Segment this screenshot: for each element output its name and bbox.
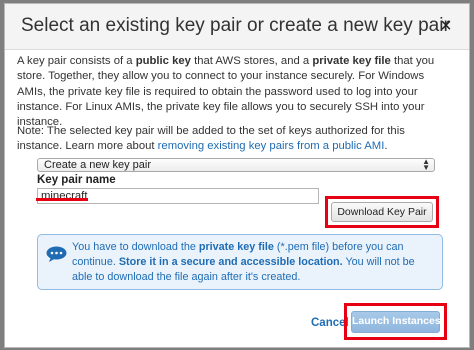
info-bold-private-key: private key file <box>198 241 274 253</box>
info-bold-store: Store it in a secure and accessible loca… <box>118 256 343 268</box>
intro-paragraph: A key pair consists of a public key that… <box>17 54 451 130</box>
key-pair-name-input[interactable]: minecraft <box>37 188 319 204</box>
info-text-1: You have to download the <box>72 241 199 253</box>
intro-bold-public-key: public key <box>135 55 191 67</box>
intro-text-1: A key pair consists of a <box>17 55 136 67</box>
red-underline-annotation <box>36 198 88 201</box>
key-pair-name-label: Key pair name <box>37 174 116 186</box>
dialog-title: Select an existing key pair or create a … <box>21 15 450 36</box>
select-arrows-icon: ▲ ▼ <box>422 157 430 172</box>
info-alert: You have to download the private key fil… <box>37 234 443 290</box>
close-icon[interactable]: × <box>437 16 455 36</box>
download-key-pair-button[interactable]: Download Key Pair <box>331 202 433 222</box>
launch-highlight-box: Launch Instances <box>344 303 447 340</box>
download-highlight-box: Download Key Pair <box>325 196 439 228</box>
info-text: You have to download the private key fil… <box>72 240 434 285</box>
remove-key-pairs-link[interactable]: removing existing key pairs from a publi… <box>158 140 385 152</box>
key-pair-action-select[interactable]: Create a new key pair ▲ ▼ <box>37 158 435 172</box>
note-paragraph: Note: The selected key pair will be adde… <box>17 124 451 155</box>
intro-bold-private-key: private key file <box>312 55 391 67</box>
select-value: Create a new key pair <box>44 159 151 171</box>
speech-bubble-icon <box>46 246 67 262</box>
dialog-header: Select an existing key pair or create a … <box>5 4 469 50</box>
launch-instances-button[interactable]: Launch Instances <box>351 311 441 333</box>
intro-text-2: that AWS stores, and a <box>190 55 313 67</box>
note-end: . <box>384 140 388 153</box>
